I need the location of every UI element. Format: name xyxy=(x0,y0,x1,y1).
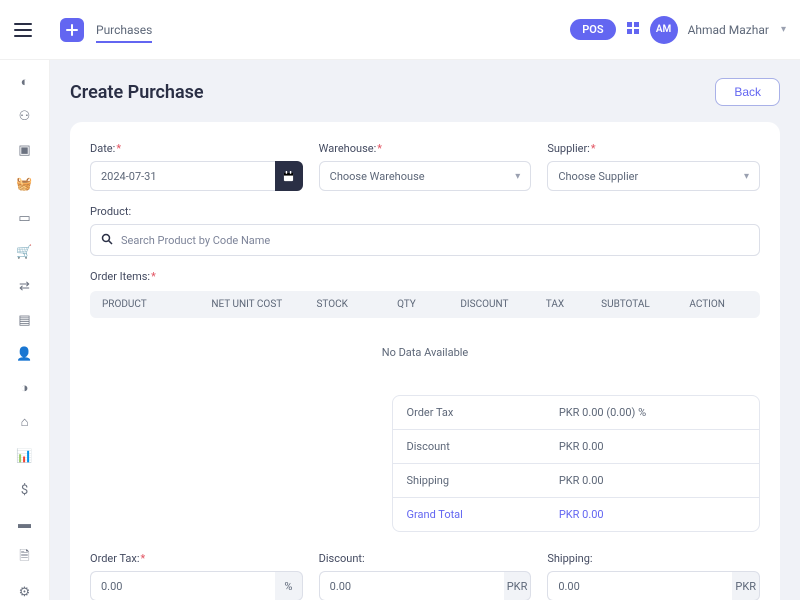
th-subtotal: SUBTOTAL xyxy=(585,299,667,310)
breadcrumb[interactable]: Purchases xyxy=(96,23,152,37)
date-field: Date: 2024-07-31 xyxy=(90,142,303,191)
shipping-input-label: Shipping: xyxy=(547,552,760,565)
supplier-field: Supplier: Choose Supplier ▾ xyxy=(547,142,760,191)
pos-button[interactable]: POS xyxy=(570,19,615,40)
order-tax-field: Order Tax: 0.00 % xyxy=(90,552,303,600)
th-action: ACTION xyxy=(666,299,748,310)
gear-icon[interactable]: ⚙ xyxy=(17,584,33,600)
th-discount: DISCOUNT xyxy=(444,299,526,310)
warehouse-select[interactable]: Choose Warehouse ▾ xyxy=(319,161,532,191)
chevron-down-icon[interactable]: ▾ xyxy=(781,24,786,35)
card-icon[interactable]: ▬ xyxy=(17,516,33,532)
transfer-icon[interactable]: ⇄ xyxy=(17,278,33,294)
currency-icon[interactable]: $ xyxy=(17,482,33,498)
home-icon[interactable]: ⌂ xyxy=(17,414,33,430)
product-search-input[interactable]: Search Product by Code Name xyxy=(90,224,760,256)
shipping-input[interactable]: 0.00 xyxy=(547,571,732,600)
summary-order-tax-value: PKR 0.00 (0.00) % xyxy=(559,406,646,419)
dashboard-icon[interactable]: ◐ xyxy=(17,74,33,90)
fullscreen-icon[interactable] xyxy=(626,21,640,39)
shield-icon[interactable]: ◑ xyxy=(17,380,33,396)
th-qty: QTY xyxy=(369,299,443,310)
wallet-icon[interactable]: ▤ xyxy=(17,312,33,328)
user-icon[interactable]: 👤 xyxy=(17,346,33,362)
percent-addon: % xyxy=(275,571,303,600)
chart-icon[interactable]: 📊 xyxy=(17,448,33,464)
topbar: Purchases POS AM Ahmad Mazhar ▾ xyxy=(0,0,800,60)
order-items-header: PRODUCT NET UNIT COST STOCK QTY DISCOUNT… xyxy=(90,291,760,318)
menu-toggle-button[interactable] xyxy=(14,23,32,37)
cart-icon[interactable]: 🛒 xyxy=(17,244,33,260)
product-label: Product: xyxy=(90,205,760,218)
order-tax-input[interactable]: 0.00 xyxy=(90,571,275,600)
th-product: PRODUCT xyxy=(102,299,199,310)
supplier-select[interactable]: Choose Supplier ▾ xyxy=(547,161,760,191)
form-card: Date: 2024-07-31 Warehouse: Choose Wareh… xyxy=(70,122,780,600)
search-icon xyxy=(101,233,113,248)
summary-shipping-label: Shipping xyxy=(407,474,559,487)
breadcrumb-label: Purchases xyxy=(96,23,152,43)
page-title: Create Purchase xyxy=(70,82,204,103)
th-net-unit-cost: NET UNIT COST xyxy=(199,299,296,310)
summary-order-tax-label: Order Tax xyxy=(407,406,559,419)
discount-field: Discount: 0.00 PKR xyxy=(319,552,532,600)
order-tax-input-label: Order Tax: xyxy=(90,552,303,565)
summary-grand-total-label: Grand Total xyxy=(407,508,559,521)
summary-discount-value: PKR 0.00 xyxy=(559,440,604,453)
empty-state: No Data Available xyxy=(90,318,760,395)
avatar[interactable]: AM xyxy=(650,16,678,44)
username-label: Ahmad Mazhar xyxy=(688,23,769,37)
add-button[interactable] xyxy=(60,18,84,42)
th-tax: TAX xyxy=(525,299,584,310)
calendar-icon[interactable] xyxy=(275,161,303,191)
pkr-addon: PKR xyxy=(732,571,760,600)
order-items-label: Order Items: xyxy=(90,270,760,283)
main-content: Create Purchase Back Date: 2024-07-31 Wa… xyxy=(50,60,800,600)
network-icon[interactable]: ⚇ xyxy=(17,108,33,124)
summary-box: Order Tax PKR 0.00 (0.00) % Discount PKR… xyxy=(392,395,761,532)
discount-input-label: Discount: xyxy=(319,552,532,565)
summary-grand-total-value: PKR 0.00 xyxy=(559,508,604,521)
shipping-field: Shipping: 0.00 PKR xyxy=(547,552,760,600)
chevron-down-icon: ▾ xyxy=(515,171,520,182)
chevron-down-icon: ▾ xyxy=(744,171,749,182)
basket-icon[interactable]: 🧺 xyxy=(17,176,33,192)
discount-input[interactable]: 0.00 xyxy=(319,571,504,600)
sidebar: ◐ ⚇ ▣ 🧺 ▭ 🛒 ⇄ ▤ 👤 ◑ ⌂ 📊 $ ▬ 🗎 ⚙ xyxy=(0,60,50,600)
products-icon[interactable]: ▣ xyxy=(17,142,33,158)
date-label: Date: xyxy=(90,142,303,155)
date-input[interactable]: 2024-07-31 xyxy=(90,161,275,191)
summary-discount-label: Discount xyxy=(407,440,559,453)
back-button[interactable]: Back xyxy=(715,78,780,106)
summary-shipping-value: PKR 0.00 xyxy=(559,474,604,487)
pkr-addon: PKR xyxy=(504,571,532,600)
supplier-label: Supplier: xyxy=(547,142,760,155)
th-stock: STOCK xyxy=(295,299,369,310)
plus-icon xyxy=(66,24,78,36)
document-icon[interactable]: ▭ xyxy=(17,210,33,226)
warehouse-field: Warehouse: Choose Warehouse ▾ xyxy=(319,142,532,191)
file-icon[interactable]: 🗎 xyxy=(17,550,33,566)
warehouse-label: Warehouse: xyxy=(319,142,532,155)
